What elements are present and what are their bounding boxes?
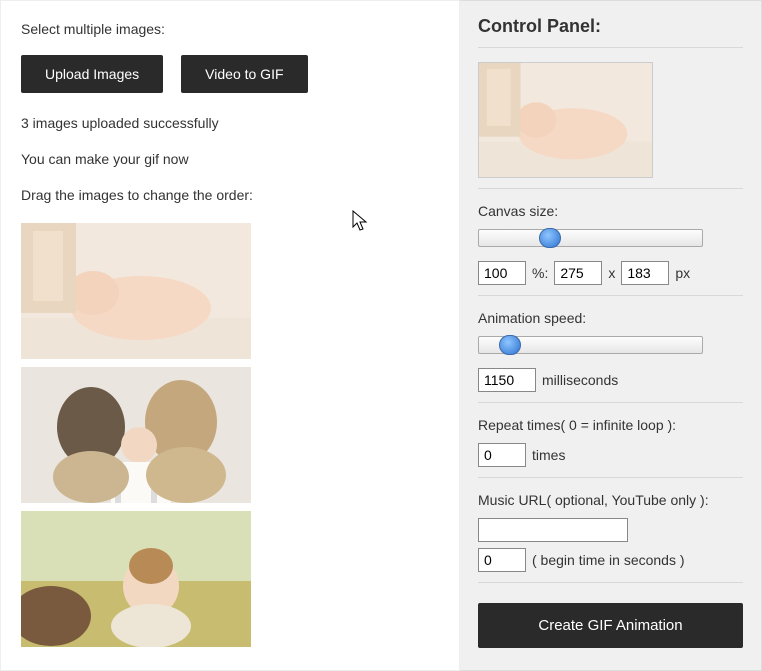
animation-speed-label: Animation speed: (478, 310, 743, 326)
speed-unit-label: milliseconds (542, 372, 618, 388)
canvas-size-row: %: x px (478, 261, 743, 285)
create-gif-button[interactable]: Create GIF Animation (478, 603, 743, 648)
animation-speed-slider[interactable] (478, 336, 703, 354)
select-images-label: Select multiple images: (21, 21, 439, 37)
divider (478, 477, 743, 478)
uploaded-image-2[interactable] (21, 367, 251, 503)
control-panel: Control Panel: Canvas size: %: x px (460, 0, 762, 671)
speed-input[interactable] (478, 368, 536, 392)
canvas-size-label: Canvas size: (478, 203, 743, 219)
repeat-row: times (478, 443, 743, 467)
px-suffix: px (675, 265, 690, 281)
left-panel: Select multiple images: Upload Images Vi… (0, 0, 460, 671)
begin-time-row: ( begin time in seconds ) (478, 548, 743, 572)
canvas-percent-input[interactable] (478, 261, 526, 285)
uploaded-image-3[interactable] (21, 511, 251, 647)
divider (478, 47, 743, 48)
control-panel-title: Control Panel: (478, 16, 743, 37)
upload-status-text: 3 images uploaded successfully (21, 115, 439, 131)
image-list (21, 223, 439, 647)
drag-instruction-text: Drag the images to change the order: (21, 187, 439, 203)
divider (478, 295, 743, 296)
upload-images-button[interactable]: Upload Images (21, 55, 163, 93)
percent-suffix: %: (532, 265, 548, 281)
ready-status-text: You can make your gif now (21, 151, 439, 167)
video-to-gif-button[interactable]: Video to GIF (181, 55, 307, 93)
divider (478, 188, 743, 189)
begin-time-label: ( begin time in seconds ) (532, 552, 685, 568)
begin-time-input[interactable] (478, 548, 526, 572)
music-url-label: Music URL( optional, YouTube only ): (478, 492, 743, 508)
slider-thumb-icon[interactable] (539, 228, 561, 248)
canvas-size-slider[interactable] (478, 229, 703, 247)
uploaded-image-1[interactable] (21, 223, 251, 359)
repeat-label: Repeat times( 0 = infinite loop ): (478, 417, 743, 433)
music-row (478, 518, 743, 542)
preview-image (478, 62, 653, 178)
x-separator: x (608, 265, 615, 281)
speed-row: milliseconds (478, 368, 743, 392)
repeat-unit-label: times (532, 447, 565, 463)
canvas-height-input[interactable] (621, 261, 669, 285)
divider (478, 402, 743, 403)
slider-thumb-icon[interactable] (499, 335, 521, 355)
canvas-width-input[interactable] (554, 261, 602, 285)
button-row: Upload Images Video to GIF (21, 55, 439, 93)
repeat-input[interactable] (478, 443, 526, 467)
music-url-input[interactable] (478, 518, 628, 542)
divider (478, 582, 743, 583)
